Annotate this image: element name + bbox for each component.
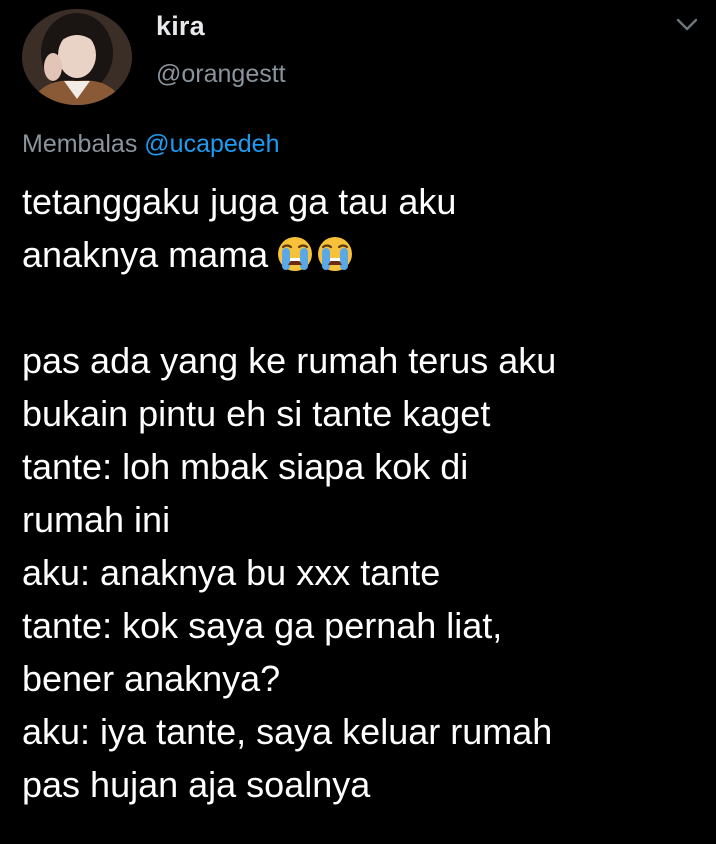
loudly-crying-face-icon bbox=[276, 234, 314, 272]
tweet-line: pas ada yang ke rumah terus aku bbox=[22, 340, 557, 381]
tweet: kira @orangestt Membalas @ucapedeh tetan… bbox=[0, 0, 716, 844]
tweet-line: bukain pintu eh si tante kaget bbox=[22, 393, 491, 434]
tweet-line: rumah ini bbox=[22, 499, 171, 540]
tweet-line: anaknya mama bbox=[22, 234, 269, 275]
reply-prefix: Membalas bbox=[22, 130, 138, 158]
tweet-line-with-emoji: anaknya mama bbox=[22, 228, 712, 281]
tweet-line: tante: loh mbak siapa kok di bbox=[22, 446, 469, 487]
more-options-button[interactable] bbox=[672, 12, 702, 42]
reply-context: Membalas @ucapedeh bbox=[22, 130, 280, 159]
chevron-down-icon bbox=[676, 18, 698, 37]
author-display-name[interactable]: kira bbox=[156, 11, 205, 42]
tweet-line: bener anaknya? bbox=[22, 658, 281, 699]
tweet-line: tante: kok saya ga pernah liat, bbox=[22, 605, 503, 646]
loudly-crying-face-icon bbox=[316, 234, 354, 272]
tweet-line: pas hujan aja soalnya bbox=[22, 764, 371, 805]
tweet-line: tetanggaku juga ga tau aku bbox=[22, 181, 457, 222]
tweet-line: aku: anaknya bu xxx tante bbox=[22, 552, 441, 593]
reply-mention-link[interactable]: @ucapedeh bbox=[144, 130, 279, 158]
tweet-text: tetanggaku juga ga tau aku anaknya mama bbox=[22, 175, 712, 811]
author-handle[interactable]: @orangestt bbox=[156, 60, 286, 89]
avatar[interactable] bbox=[22, 9, 132, 105]
tweet-line: aku: iya tante, saya keluar rumah bbox=[22, 711, 553, 752]
paragraph-break bbox=[22, 281, 712, 334]
